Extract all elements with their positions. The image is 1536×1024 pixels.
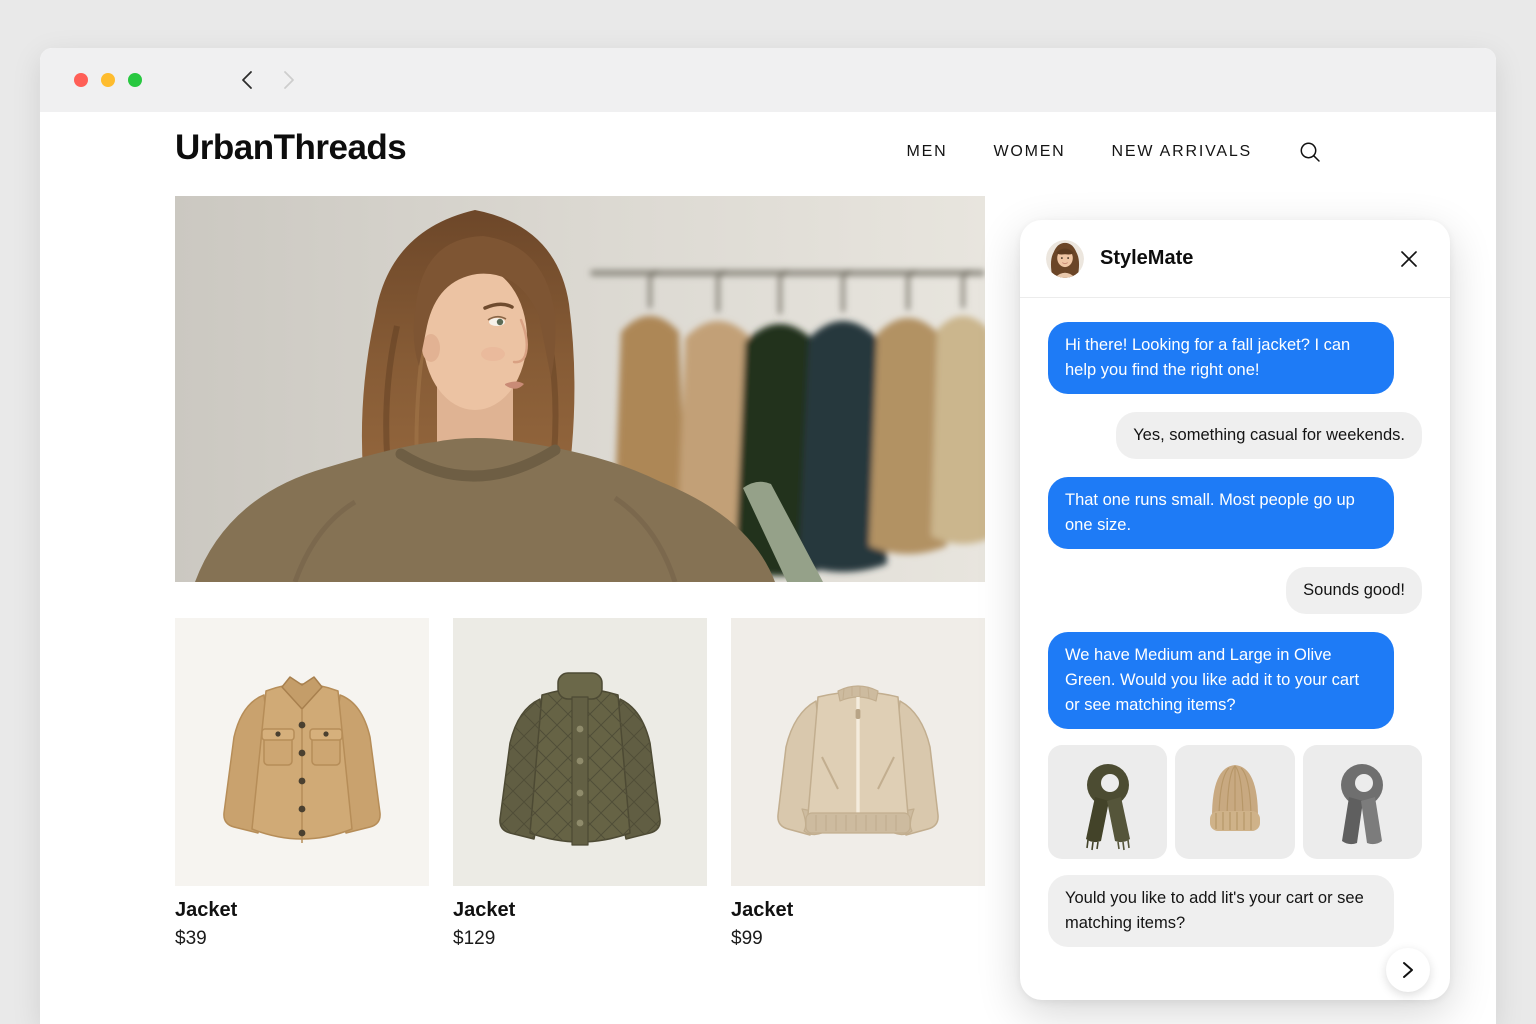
grey-scarf-thumbnail[interactable]	[1303, 745, 1422, 859]
olive-scarf-thumbnail[interactable]	[1048, 745, 1167, 859]
stylist-avatar	[1046, 240, 1084, 278]
browser-window: UrbanThreads MEN WOMEN NEW ARRIVALS	[40, 48, 1496, 1024]
assistant-message: That one runs small. Most people go up o…	[1048, 477, 1394, 549]
assistant-message: Hi there! Looking for a fall jacket? I c…	[1048, 322, 1394, 394]
zoom-window-button[interactable]	[128, 73, 142, 87]
chat-header: StyleMate	[1020, 220, 1450, 298]
product-price: $39	[175, 928, 429, 950]
browser-titlebar	[40, 48, 1496, 112]
olive-quilted-jacket-image	[453, 618, 707, 886]
forward-icon[interactable]	[283, 70, 296, 90]
chat-messages: Hi there! Looking for a fall jacket? I c…	[1020, 298, 1450, 947]
assistant-message: Yould you like to add lit's your cart or…	[1048, 875, 1394, 947]
chevron-right-icon[interactable]	[1386, 948, 1430, 992]
product-card[interactable]: Jacket $39	[175, 618, 429, 950]
chat-widget: StyleMate Hi there! Looking for a fall j…	[1020, 220, 1450, 1000]
product-card[interactable]: Jacket $99	[731, 618, 985, 950]
nav-item-new-arrivals[interactable]: NEW ARRIVALS	[1112, 143, 1252, 161]
product-name: Jacket	[731, 899, 985, 922]
assistant-message: We have Medium and Large in Olive Green.…	[1048, 632, 1394, 729]
product-name: Jacket	[453, 899, 707, 922]
beige-bomber-jacket-image	[731, 618, 985, 886]
hero-image	[175, 196, 985, 582]
chat-title: StyleMate	[1100, 247, 1394, 270]
site-logo[interactable]: UrbanThreads	[175, 128, 406, 168]
product-grid: Jacket $39	[175, 618, 985, 950]
back-icon[interactable]	[240, 70, 253, 90]
site-nav: MEN WOMEN NEW ARRIVALS	[906, 136, 1322, 168]
close-icon[interactable]	[1394, 244, 1424, 274]
desktop: UrbanThreads MEN WOMEN NEW ARRIVALS	[0, 0, 1536, 1024]
product-card[interactable]: Jacket $129	[453, 618, 707, 950]
close-window-button[interactable]	[74, 73, 88, 87]
search-icon[interactable]	[1298, 140, 1322, 164]
user-message: Sounds good!	[1286, 567, 1422, 614]
browser-nav-arrows	[240, 70, 296, 90]
nav-item-men[interactable]: MEN	[906, 143, 947, 161]
minimize-window-button[interactable]	[101, 73, 115, 87]
user-message: Yes, something casual for weekends.	[1116, 412, 1422, 459]
product-price: $99	[731, 928, 985, 950]
tan-beanie-thumbnail[interactable]	[1175, 745, 1294, 859]
tan-shirt-jacket-image	[175, 618, 429, 886]
nav-item-women[interactable]: WOMEN	[993, 143, 1065, 161]
product-name: Jacket	[175, 899, 429, 922]
suggested-items	[1048, 745, 1422, 859]
traffic-lights	[74, 73, 142, 87]
product-price: $129	[453, 928, 707, 950]
